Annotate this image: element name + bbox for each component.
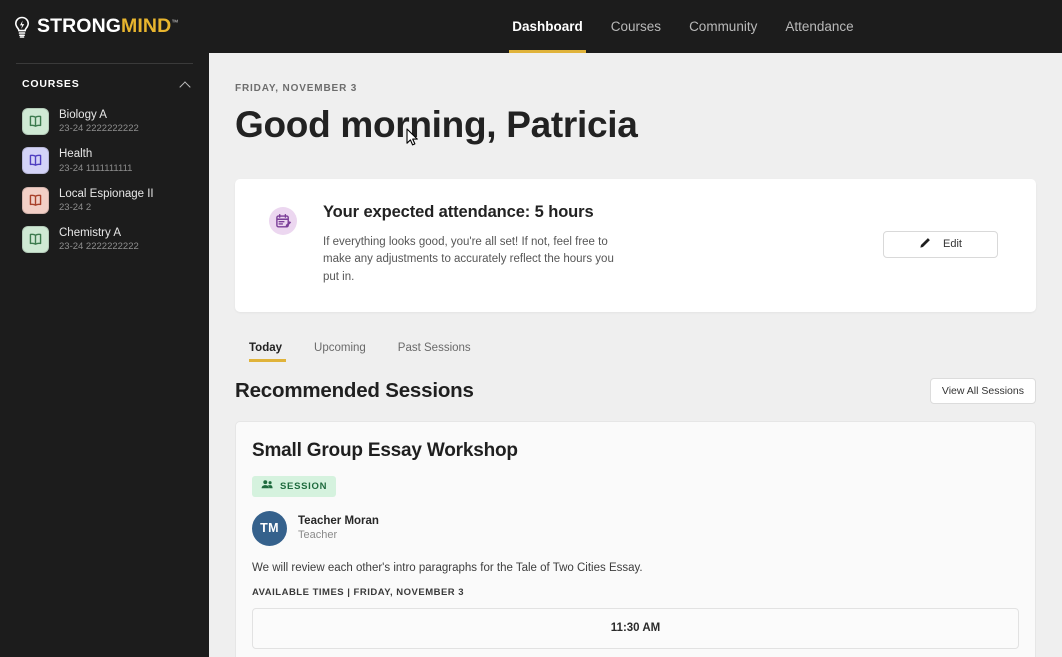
page-title: Good morning, Patricia [235, 104, 638, 145]
sidebar-item-local-espionage-ii[interactable]: Local Espionage II 23-24 2 [0, 181, 209, 220]
host-role: Teacher [298, 529, 338, 542]
session-title: Small Group Essay Workshop [252, 439, 518, 461]
brand-mind: MIND [121, 14, 172, 37]
people-icon [261, 479, 273, 493]
session-tabs: Today Upcoming Past Sessions [235, 342, 1036, 362]
course-subtitle: 23-24 2222222222 [59, 123, 139, 135]
tab-today[interactable]: Today [235, 342, 298, 362]
nav-item-dashboard[interactable]: Dashboard [498, 0, 597, 53]
book-icon [22, 186, 49, 214]
nav-label: Dashboard [512, 19, 583, 34]
attendance-card: Your expected attendance: 5 hours If eve… [235, 179, 1036, 312]
calendar-edit-icon [269, 207, 297, 235]
nav-item-community[interactable]: Community [675, 0, 771, 53]
sidebar-divider [16, 63, 193, 64]
edit-button-label: Edit [943, 238, 962, 251]
tab-upcoming[interactable]: Upcoming [298, 342, 382, 362]
tab-label: Today [249, 341, 283, 354]
course-name: Health [59, 148, 93, 161]
brand-trademark: ™ [171, 19, 179, 27]
tab-label: Past Sessions [397, 341, 471, 354]
tab-label: Upcoming [314, 341, 366, 354]
attendance-text: Your expected attendance: 5 hours If eve… [315, 203, 865, 286]
section-title: Recommended Sessions [235, 378, 474, 402]
edit-button[interactable]: Edit [883, 230, 998, 258]
course-subtitle: 23-24 2222222222 [59, 241, 139, 253]
host-name: Teacher Moran [298, 515, 379, 528]
brand-wordmark: STRONGMIND™ [37, 14, 179, 37]
sidebar-item-biology-a[interactable]: Biology A 23-24 2222222222 [0, 102, 209, 141]
session-description: We will review each other's intro paragr… [252, 561, 643, 574]
nav-item-attendance[interactable]: Attendance [771, 0, 867, 53]
sidebar-item-chemistry-a[interactable]: Chemistry A 23-24 2222222222 [0, 220, 209, 259]
view-all-sessions-button[interactable]: View All Sessions [929, 377, 1036, 404]
view-all-sessions-label: View All Sessions [941, 384, 1024, 397]
main-content: FRIDAY, NOVEMBER 3 Good morning, Patrici… [209, 53, 1062, 657]
nav-item-courses[interactable]: Courses [597, 0, 675, 53]
pencil-icon [919, 237, 931, 252]
nav-label: Community [689, 19, 758, 34]
nav-label: Courses [610, 19, 662, 34]
status-badge-label: SESSION [280, 480, 328, 492]
course-name: Chemistry A [59, 226, 121, 239]
recommended-sessions-header: Recommended Sessions View All Sessions [235, 377, 1036, 404]
sidebar-section-label: COURSES [22, 78, 80, 90]
sidebar-item-health[interactable]: Health 23-24 1111111111 [0, 141, 209, 180]
current-date: FRIDAY, NOVEMBER 3 [235, 83, 358, 94]
course-subtitle: 23-24 1111111111 [59, 162, 133, 174]
main-nav: Dashboard Courses Community Attendance [498, 0, 867, 53]
session-host: TM Teacher Moran Teacher [252, 510, 1019, 546]
brand-logo[interactable]: STRONGMIND™ [0, 16, 178, 38]
attendance-description: If everything looks good, you're all set… [323, 236, 614, 283]
course-subtitle: 23-24 2 [59, 201, 92, 213]
book-icon [22, 147, 49, 175]
course-name: Biology A [59, 109, 107, 121]
attendance-title: Your expected attendance: 5 hours [323, 203, 594, 221]
lightbulb-icon [12, 16, 32, 38]
status-badge: SESSION [252, 475, 337, 497]
time-slot-button[interactable]: 11:30 AM [252, 607, 1019, 649]
brand-strong: STRONG [37, 14, 122, 37]
chevron-up-icon[interactable] [180, 79, 191, 90]
available-times-label: AVAILABLE TIMES | FRIDAY, NOVEMBER 3 [252, 586, 465, 598]
sidebar-section-courses-header[interactable]: COURSES [0, 78, 209, 90]
course-name: Local Espionage II [59, 187, 154, 200]
session-card: Small Group Essay Workshop SESSION TM Te… [235, 420, 1036, 657]
avatar: TM [252, 510, 287, 546]
sidebar-course-list: Biology A 23-24 2222222222 Health 23-24 … [0, 102, 209, 259]
sidebar: COURSES Biology A 23-24 2222222222 Healt… [0, 53, 209, 657]
time-slot-label: 11:30 AM [610, 622, 661, 635]
top-navigation-bar: STRONGMIND™ Dashboard Courses Community … [0, 0, 1062, 53]
book-icon [22, 108, 49, 136]
nav-label: Attendance [785, 19, 854, 34]
book-icon [22, 225, 49, 253]
tab-past-sessions[interactable]: Past Sessions [382, 342, 487, 362]
